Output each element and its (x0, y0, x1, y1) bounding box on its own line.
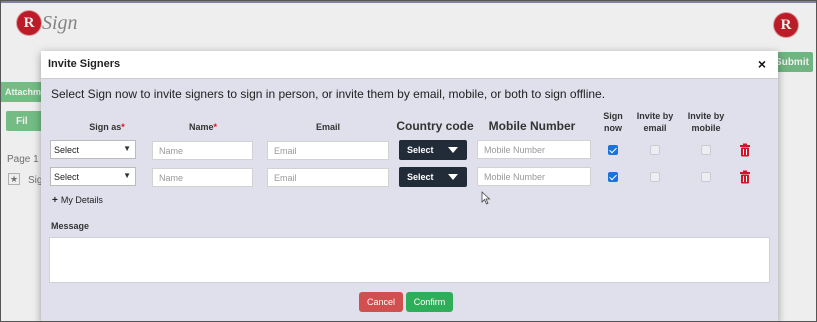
invite-by-email-checkbox[interactable] (650, 172, 660, 182)
sign-as-value: Select (54, 144, 80, 155)
message-label: Message (51, 221, 90, 231)
required-mark: * (213, 122, 218, 132)
trash-icon[interactable] (738, 170, 752, 184)
sign-as-value: Select (54, 171, 80, 182)
sign-as-select[interactable]: Select ▼ (50, 140, 136, 159)
my-details-link[interactable]: + My Details (52, 195, 103, 206)
header-invite-by-mobile: Invite by mobile (687, 111, 725, 133)
required-mark: * (121, 122, 125, 132)
sign-now-checkbox[interactable] (608, 145, 618, 155)
modal-header: Invite Signers × (41, 51, 778, 79)
mobile-number-field[interactable]: Mobile Number (477, 167, 591, 186)
invite-signers-modal: Invite Signers × Select Sign now to invi… (41, 51, 778, 321)
email-field[interactable]: Email (267, 168, 389, 187)
header-sign-as-label: Sign as (89, 122, 122, 132)
header-invite-by-email: Invite by email (636, 111, 674, 133)
confirm-button[interactable]: Confirm (406, 292, 453, 312)
chevron-down-icon: ▼ (123, 171, 131, 180)
plus-icon: + (52, 195, 58, 206)
header-mobile-number: Mobile Number (488, 119, 576, 133)
sign-as-select[interactable]: Select ▼ (50, 167, 136, 186)
my-details-label: My Details (60, 195, 103, 205)
caret-down-icon (448, 147, 458, 153)
invite-by-email-checkbox[interactable] (650, 145, 660, 155)
email-field[interactable]: Email (267, 141, 389, 160)
header-sign-as: Sign as* (67, 122, 147, 132)
intro-text: Select Sign now to invite signers to sig… (51, 87, 606, 101)
country-code-select[interactable]: Select (399, 140, 467, 160)
trash-icon[interactable] (738, 143, 752, 157)
header-name: Name* (169, 122, 237, 132)
name-field[interactable]: Name (152, 141, 253, 160)
country-code-select[interactable]: Select (399, 167, 467, 187)
header-name-label: Name (188, 122, 214, 132)
name-field[interactable]: Name (152, 168, 253, 187)
caret-down-icon (448, 174, 458, 180)
modal-title: Invite Signers (48, 58, 121, 70)
cancel-button[interactable]: Cancel (359, 292, 403, 312)
sign-now-checkbox[interactable] (608, 172, 618, 182)
message-textarea[interactable] (49, 237, 770, 283)
country-code-value: Select (407, 145, 434, 155)
mouse-cursor-icon (481, 191, 491, 205)
screen: R Sign R Submit Attachm Fil Page 1 ★ Sig… (0, 0, 817, 322)
chevron-down-icon: ▼ (123, 144, 131, 153)
mobile-number-field[interactable]: Mobile Number (477, 140, 591, 159)
invite-by-mobile-checkbox[interactable] (701, 145, 711, 155)
header-email: Email (315, 122, 340, 132)
header-country-code: Country code (396, 119, 474, 133)
header-sign-now: Sign now (603, 111, 623, 133)
country-code-value: Select (407, 172, 434, 182)
close-icon[interactable]: × (758, 56, 766, 72)
invite-by-mobile-checkbox[interactable] (701, 172, 711, 182)
